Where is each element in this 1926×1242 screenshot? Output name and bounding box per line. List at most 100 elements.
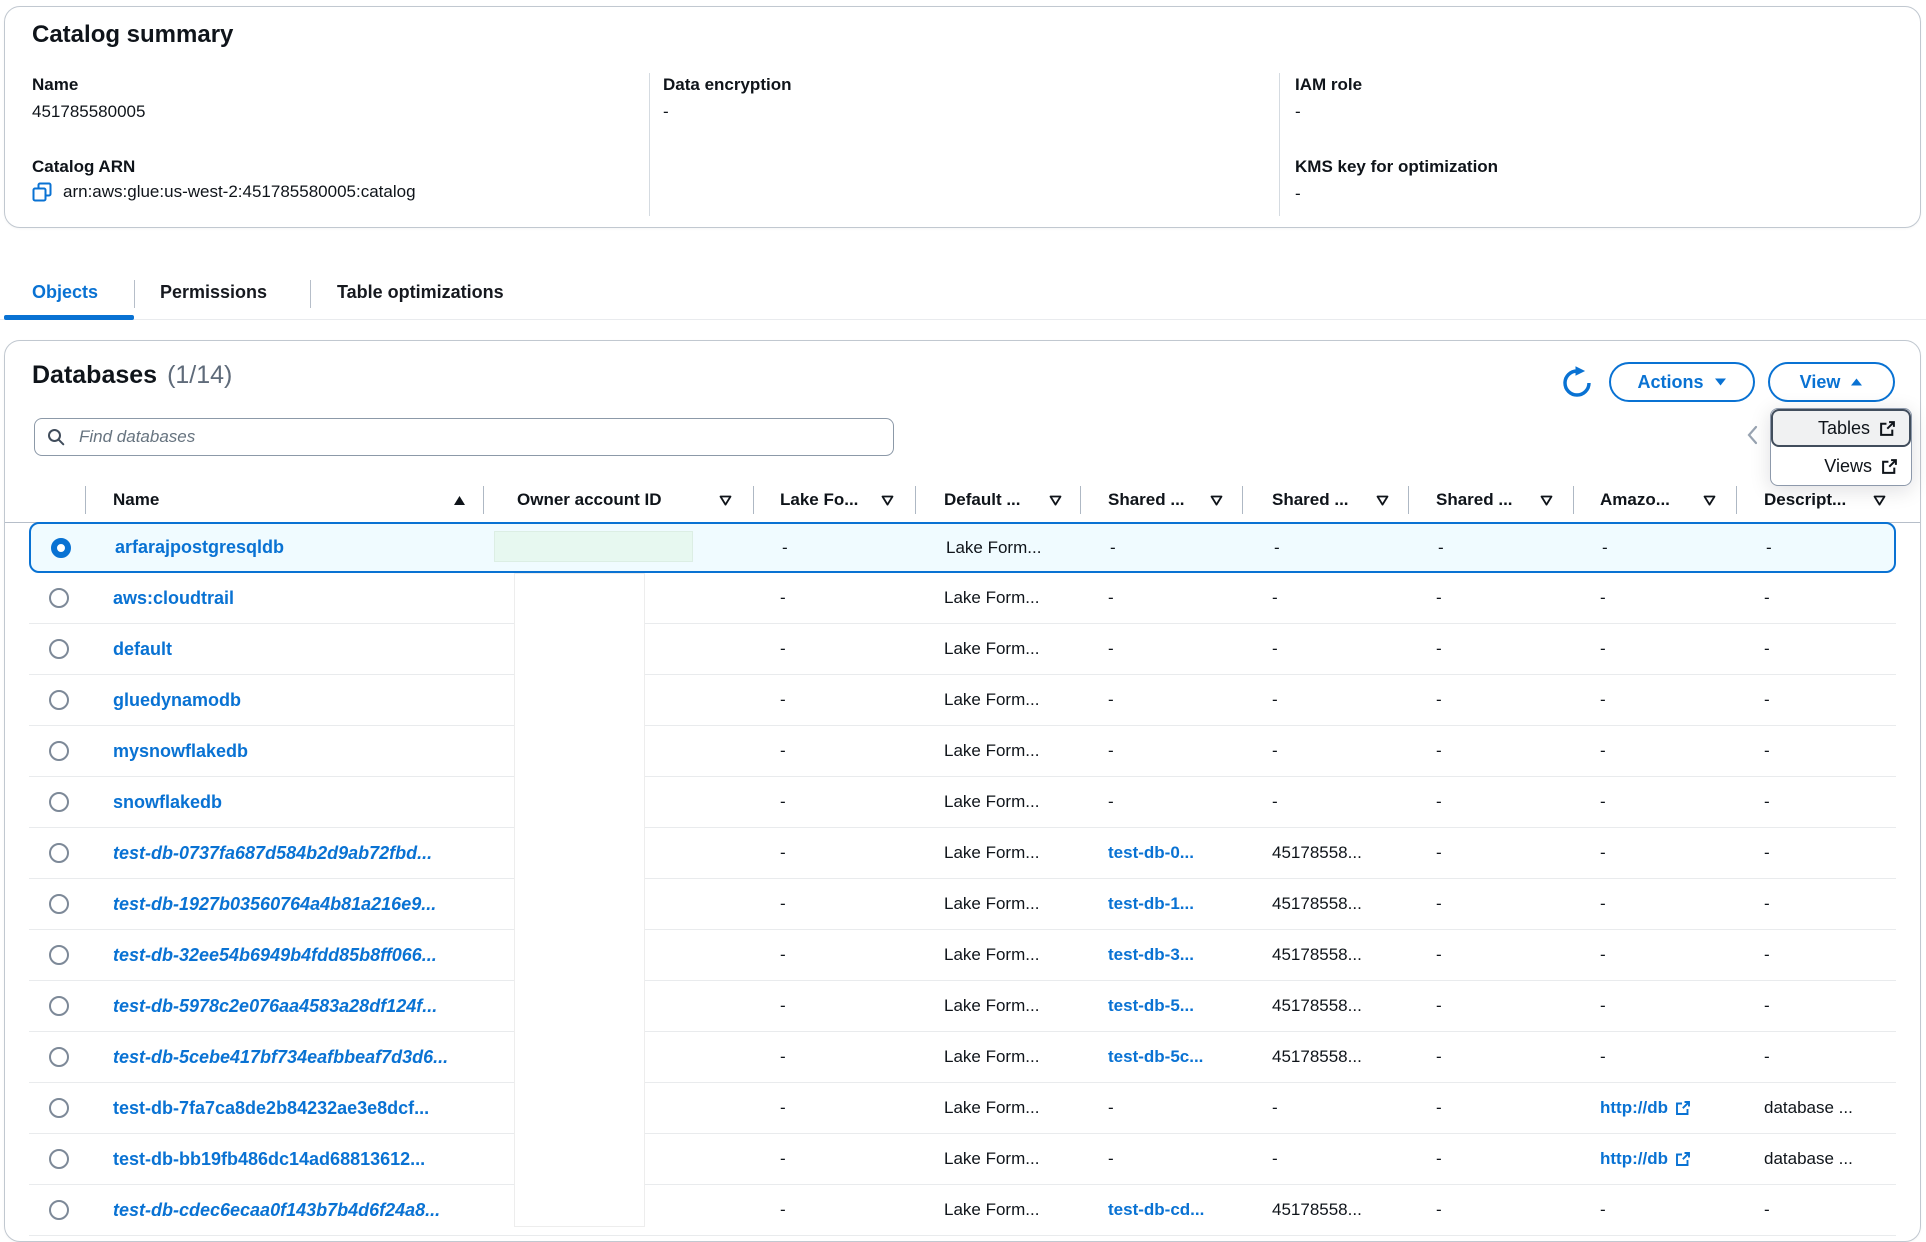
table-cell: - xyxy=(1600,675,1606,725)
menu-item-tables[interactable]: Tables xyxy=(1771,409,1911,447)
database-name-link[interactable]: test-db-1927b03560764a4b81a216e9... xyxy=(113,879,436,929)
database-name-link[interactable]: test-db-7fa7ca8de2b84232ae3e8dcf... xyxy=(113,1083,429,1133)
table-row[interactable]: test-db-cdec6ecaa0f143b7b4d6f24a8...-Lak… xyxy=(29,1185,1896,1236)
database-url-link[interactable]: http://db xyxy=(1600,1083,1691,1133)
table-row[interactable]: arfarajpostgresqldb-Lake Form...----- xyxy=(29,522,1896,573)
tab-objects[interactable]: Objects xyxy=(32,282,98,303)
field-iam-role-label: IAM role xyxy=(1295,75,1362,95)
table-cell: Lake Form... xyxy=(944,573,1039,623)
copy-icon[interactable] xyxy=(32,182,52,202)
database-name-link[interactable]: test-db-cdec6ecaa0f143b7b4d6f24a8... xyxy=(113,1185,440,1235)
database-name-link[interactable]: test-db-bb19fb486dc14ad68813612... xyxy=(113,1134,425,1184)
field-iam-role-value: - xyxy=(1295,102,1362,122)
database-name-link[interactable]: test-db-5978c2e076aa4583a28df124f... xyxy=(113,981,437,1031)
shared-database-link[interactable]: test-db-1... xyxy=(1108,879,1194,929)
table-cell: 45178558... xyxy=(1272,930,1362,980)
view-dropdown-menu: Tables Views xyxy=(1770,408,1912,486)
table-row[interactable]: mysnowflakedb-Lake Form...----- xyxy=(29,726,1896,777)
row-select-radio[interactable] xyxy=(51,538,71,558)
table-cell: - xyxy=(1764,624,1770,674)
shared-database-link[interactable]: test-db-5c... xyxy=(1108,1032,1203,1082)
row-select-radio[interactable] xyxy=(49,1098,69,1118)
field-data-encryption: Data encryption - xyxy=(663,75,791,122)
field-kms-key-label: KMS key for optimization xyxy=(1295,157,1498,177)
databases-table-card: Databases (1/14) Actions View xyxy=(4,340,1921,1242)
field-data-encryption-value: - xyxy=(663,102,791,122)
menu-item-views[interactable]: Views xyxy=(1771,447,1911,485)
shared-database-link[interactable]: test-db-cd... xyxy=(1108,1185,1204,1235)
tab-bar-divider xyxy=(0,319,1926,320)
field-name-value: 451785580005 xyxy=(32,102,145,122)
table-cell: Lake Form... xyxy=(944,930,1039,980)
row-select-radio[interactable] xyxy=(49,741,69,761)
table-cell: - xyxy=(1600,573,1606,623)
row-select-radio[interactable] xyxy=(49,1149,69,1169)
database-name-link[interactable]: default xyxy=(113,624,172,674)
row-select-radio[interactable] xyxy=(49,945,69,965)
table-cell: - xyxy=(1272,675,1278,725)
shared-database-link[interactable]: test-db-5... xyxy=(1108,981,1194,1031)
table-row[interactable]: test-db-5978c2e076aa4583a28df124f...-Lak… xyxy=(29,981,1896,1032)
tab-permissions[interactable]: Permissions xyxy=(160,282,267,303)
table-cell: - xyxy=(780,1083,786,1133)
row-select-radio[interactable] xyxy=(49,792,69,812)
row-select-radio[interactable] xyxy=(49,894,69,914)
table-row[interactable]: snowflakedb-Lake Form...----- xyxy=(29,777,1896,828)
table-cell: - xyxy=(1436,726,1442,776)
table-row[interactable]: aws:cloudtrail-Lake Form...----- xyxy=(29,573,1896,624)
table-row[interactable]: test-db-1927b03560764a4b81a216e9...-Lake… xyxy=(29,879,1896,930)
table-cell: database ... xyxy=(1764,1134,1853,1184)
tab-divider xyxy=(134,280,135,308)
table-cell: - xyxy=(1764,573,1770,623)
table-cell: - xyxy=(1436,573,1442,623)
database-name-link[interactable]: arfarajpostgresqldb xyxy=(115,524,284,571)
table-cell: Lake Form... xyxy=(944,1032,1039,1082)
row-select-radio[interactable] xyxy=(49,588,69,608)
row-select-radio[interactable] xyxy=(49,639,69,659)
shared-database-link[interactable]: test-db-0... xyxy=(1108,828,1194,878)
row-select-radio[interactable] xyxy=(49,1200,69,1220)
table-cell: Lake Form... xyxy=(944,675,1039,725)
database-url-link[interactable]: http://db xyxy=(1600,1134,1691,1184)
field-iam-role: IAM role - xyxy=(1295,75,1362,122)
table-row[interactable]: test-db-5cebe417bf734eafbbeaf7d3d6... - La… xyxy=(29,1032,1896,1083)
table-cell: - xyxy=(780,930,786,980)
table-row[interactable]: test-db-0737fa687d584b2d9ab72fbd...-Lake… xyxy=(29,828,1896,879)
table-cell: - xyxy=(1436,1134,1442,1184)
database-name-link[interactable]: test-db-0737fa687d584b2d9ab72fbd... xyxy=(113,828,432,878)
table-cell: - xyxy=(780,726,786,776)
table-cell: - xyxy=(1600,624,1606,674)
tab-table-optimizations[interactable]: Table optimizations xyxy=(337,282,504,303)
table-cell: - xyxy=(1764,828,1770,878)
shared-database-link[interactable]: test-db-3... xyxy=(1108,930,1194,980)
table-cell: - xyxy=(1600,828,1606,878)
catalog-summary-title: Catalog summary xyxy=(32,21,233,49)
table-row[interactable]: test-db-7fa7ca8de2b84232ae3e8dcf...-Lake… xyxy=(29,1083,1896,1134)
row-select-radio[interactable] xyxy=(49,690,69,710)
database-name-link[interactable]: gluedynamodb xyxy=(113,675,241,725)
database-name-link[interactable]: mysnowflakedb xyxy=(113,726,248,776)
row-select-radio[interactable] xyxy=(49,996,69,1016)
table-row[interactable]: gluedynamodb-Lake Form...----- xyxy=(29,675,1896,726)
row-select-radio[interactable] xyxy=(49,843,69,863)
table-cell: Lake Form... xyxy=(944,1134,1039,1184)
database-name-link[interactable]: test-db-32ee54b6949b4fdd85b8ff066... xyxy=(113,930,437,980)
table-cell: - xyxy=(780,879,786,929)
table-cell: - xyxy=(1436,624,1442,674)
table-cell: - xyxy=(780,777,786,827)
table-row[interactable]: default-Lake Form...----- xyxy=(29,624,1896,675)
row-select-radio[interactable] xyxy=(49,1047,69,1067)
table-row[interactable]: test-db-32ee54b6949b4fdd85b8ff066... - Lak… xyxy=(29,930,1896,981)
table-cell: - xyxy=(1436,777,1442,827)
table-cell: - xyxy=(1436,1032,1442,1082)
external-link-icon xyxy=(1675,1151,1691,1167)
database-name-link[interactable]: snowflakedb xyxy=(113,777,222,827)
table-row[interactable]: test-db-bb19fb486dc14ad68813612... - Lake … xyxy=(29,1134,1896,1185)
table-cell: - xyxy=(1272,1083,1278,1133)
field-name-label: Name xyxy=(32,75,145,95)
field-catalog-arn: Catalog ARN arn:aws:glue:us-west-2:45178… xyxy=(32,157,416,202)
database-name-link[interactable]: test-db-5cebe417bf734eafbbeaf7d3d6... xyxy=(113,1032,448,1082)
database-name-link[interactable]: aws:cloudtrail xyxy=(113,573,234,623)
table-cell: - xyxy=(1110,524,1116,571)
table-cell: - xyxy=(1108,573,1114,623)
